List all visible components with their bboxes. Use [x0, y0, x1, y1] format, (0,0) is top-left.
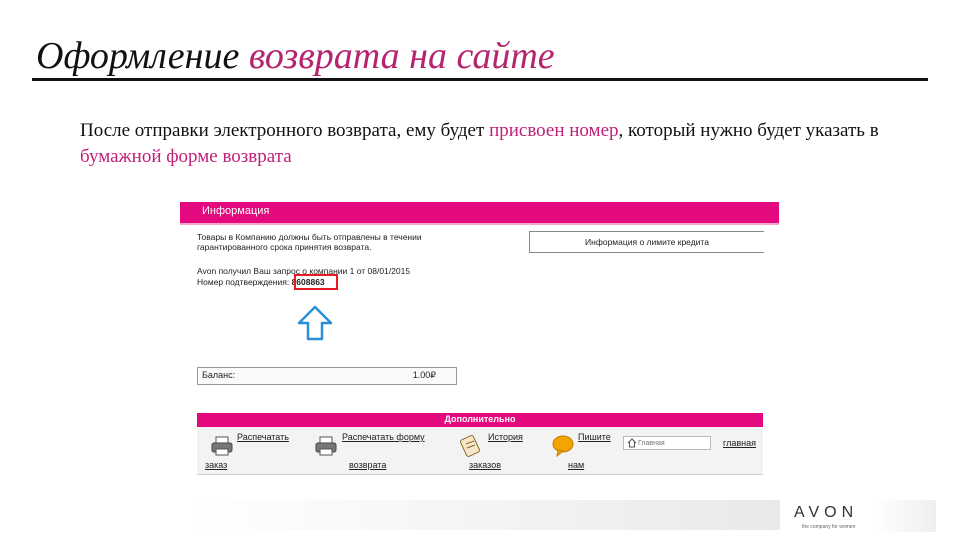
balance-field: Баланс: 1.00₽ — [197, 367, 457, 385]
extra-header: Дополнительно — [197, 413, 763, 427]
website-screenshot: Информация Товары в Компанию должны быть… — [180, 202, 779, 487]
home-icon — [627, 438, 637, 448]
printer-icon[interactable] — [211, 436, 233, 456]
intro-highlight-form: бумажной форме возврата — [80, 146, 292, 167]
slide-title: Оформление возврата на сайте — [36, 34, 555, 78]
actions-toolbar: Распечатать заказ Распечатать форму возв… — [197, 427, 763, 475]
intro-text-part1: После отправки электронного возврата, ем… — [80, 120, 485, 141]
credit-limit-link[interactable]: Информация о лимите кредита — [529, 231, 764, 253]
title-divider — [32, 78, 928, 81]
intro-highlight-number: присвоен номер — [489, 120, 619, 141]
printer-icon[interactable] — [315, 436, 337, 456]
print-order-link[interactable]: Распечатать — [237, 432, 289, 443]
intro-text-part2: , который нужно будет указать в — [618, 120, 879, 141]
print-return-form-link[interactable]: Распечатать форму — [342, 432, 425, 443]
avon-wordmark: AVON — [794, 504, 859, 521]
extra-header-label: Дополнительно — [444, 414, 516, 424]
confirmation-label: Номер подтверждения: — [197, 277, 290, 287]
order-history-link[interactable]: История — [488, 432, 523, 443]
avon-logo: AVON the company for women — [786, 500, 936, 532]
notice-line-2: гарантированного срока принятия возврата… — [197, 242, 372, 252]
avon-tagline: the company for women — [802, 524, 856, 530]
intro-text: После отправки электронного возврата, ем… — [80, 118, 900, 170]
write-to-us-link[interactable]: Пишите — [578, 432, 611, 443]
confirmation-highlight-box — [294, 274, 338, 290]
write-to-us-link-line2[interactable]: нам — [568, 460, 584, 471]
print-return-form-link-line2[interactable]: возврата — [349, 460, 386, 471]
up-arrow-icon — [297, 305, 333, 341]
order-history-link-line2[interactable]: заказов — [469, 460, 501, 471]
slide-title-main: Оформление — [36, 35, 240, 77]
credit-limit-label: Информация о лимите кредита — [585, 237, 709, 247]
balance-value: 1.00₽ — [412, 370, 436, 380]
balance-label: Баланс: — [202, 370, 236, 380]
slide-title-accent: возврата на сайте — [248, 35, 555, 77]
order-history-icon[interactable] — [459, 434, 481, 458]
print-order-link-line2[interactable]: заказ — [205, 460, 227, 471]
footer-band — [190, 500, 780, 530]
speech-bubble-icon[interactable] — [552, 435, 574, 457]
home-link[interactable]: главная — [723, 438, 756, 449]
info-header: Информация — [180, 202, 779, 225]
info-header-label: Информация — [202, 205, 270, 217]
